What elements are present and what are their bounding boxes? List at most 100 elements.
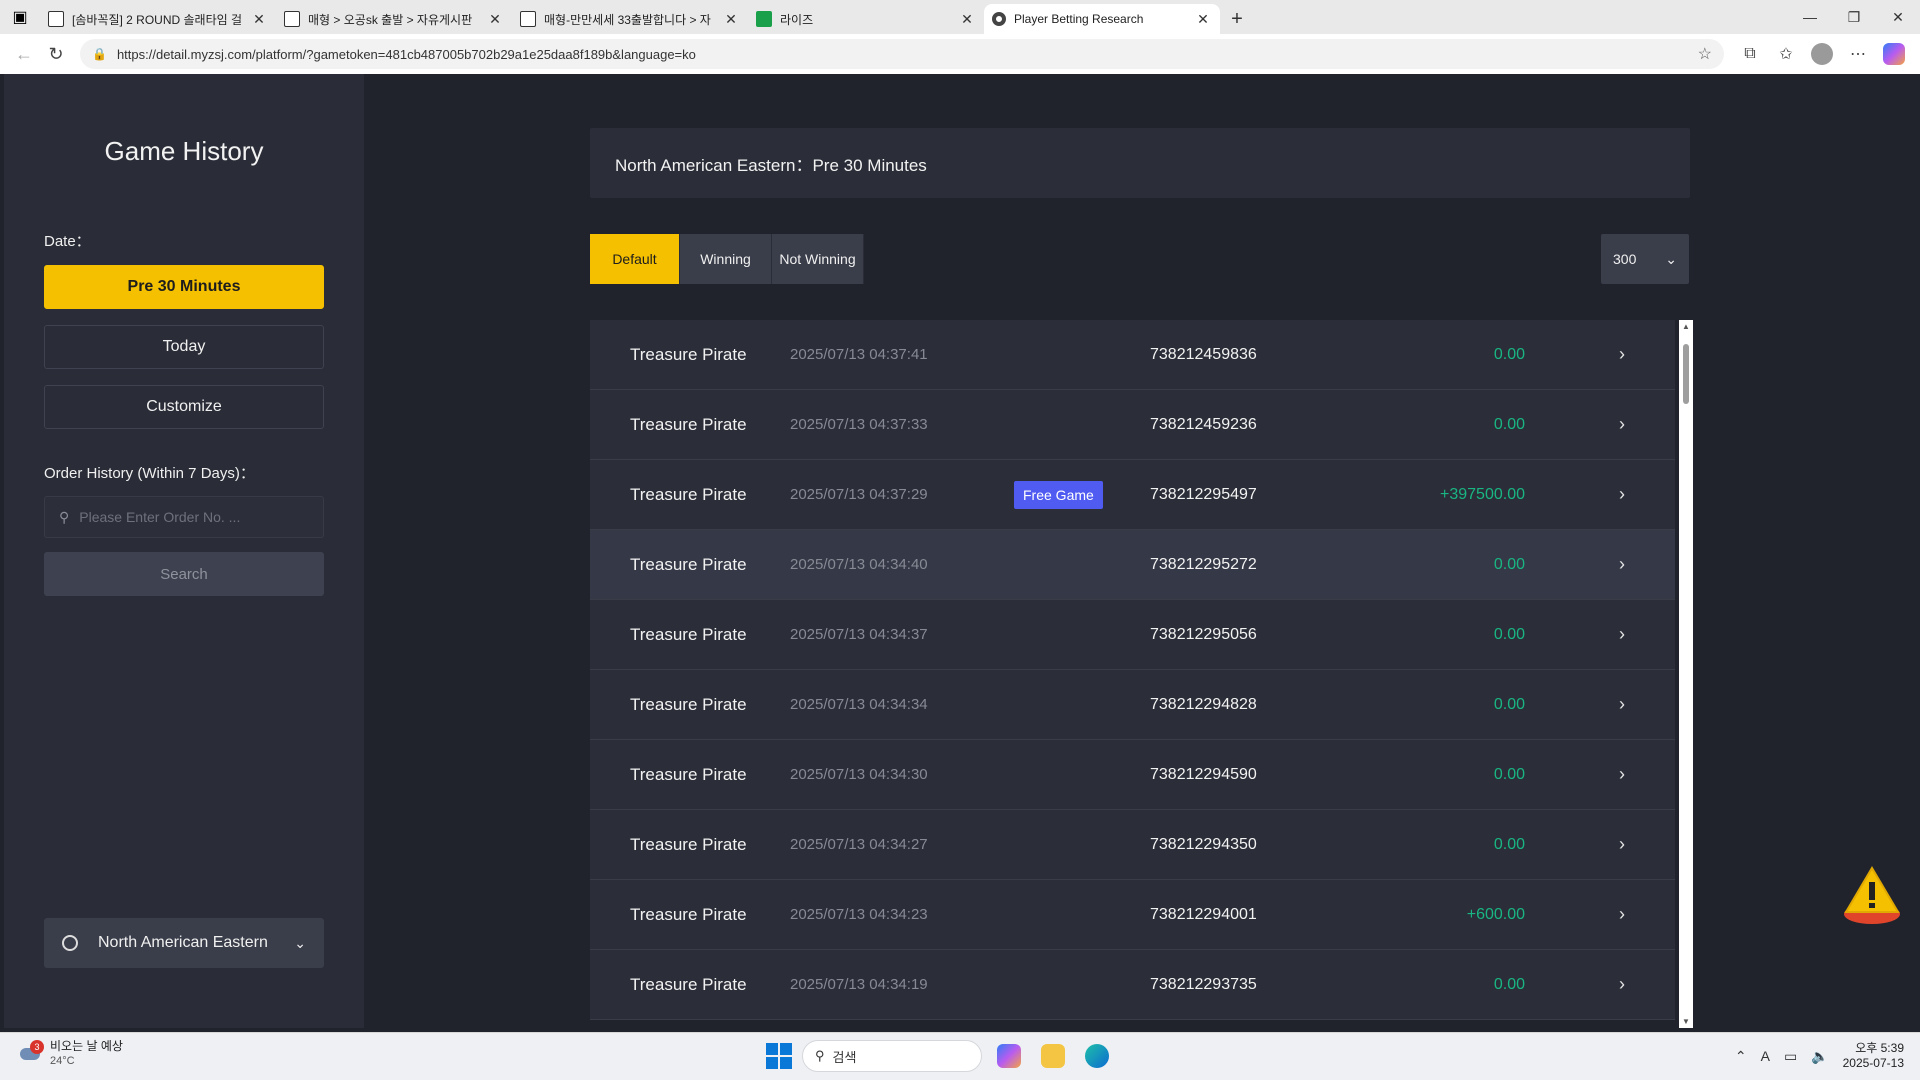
- chevron-right-icon[interactable]: ›: [1619, 414, 1625, 435]
- filter-not-winning[interactable]: Not Winning: [772, 234, 864, 284]
- table-row[interactable]: Treasure Pirate 2025/07/13 04:37:29 Free…: [590, 460, 1675, 530]
- date-label: Date：: [44, 233, 91, 250]
- table-row[interactable]: Treasure Pirate 2025/07/13 04:34:34 7382…: [590, 670, 1675, 740]
- filter-winning[interactable]: Winning: [680, 234, 772, 284]
- taskbar-search[interactable]: ⚲ 검색: [802, 1040, 982, 1072]
- order-number: 738212459836: [1150, 345, 1257, 363]
- tab-actions-icon[interactable]: ▣: [0, 0, 40, 34]
- timezone-label: North American Eastern: [98, 934, 268, 951]
- chevron-right-icon[interactable]: ›: [1619, 904, 1625, 925]
- volume-icon[interactable]: 🔈: [1811, 1048, 1828, 1065]
- weather-title: 비오는 날 예상: [50, 1039, 123, 1053]
- refresh-icon[interactable]: ↻: [40, 38, 72, 70]
- order-number-field[interactable]: ⚲: [44, 496, 324, 538]
- weather-temperature: 24°C: [50, 1055, 75, 1067]
- browser-tab[interactable]: 라이즈 ✕: [748, 4, 984, 34]
- url-text[interactable]: https://detail.myzsj.com/platform/?gamet…: [117, 47, 1698, 62]
- chevron-right-icon[interactable]: ›: [1619, 344, 1625, 365]
- bet-time: 2025/07/13 04:37:29: [790, 486, 928, 503]
- table-row[interactable]: Treasure Pirate 2025/07/13 04:34:37 7382…: [590, 600, 1675, 670]
- warning-alert-icon[interactable]: [1840, 862, 1904, 926]
- game-name: Treasure Pirate: [630, 834, 747, 854]
- close-tab-icon[interactable]: ✕: [958, 11, 976, 28]
- filter-default[interactable]: Default: [590, 234, 680, 284]
- edge-browser-icon[interactable]: [1080, 1039, 1114, 1073]
- scroll-up-icon[interactable]: ▲: [1682, 322, 1690, 331]
- close-tab-icon[interactable]: ✕: [722, 11, 740, 28]
- chevron-right-icon[interactable]: ›: [1619, 624, 1625, 645]
- more-menu-icon[interactable]: ⋯: [1840, 38, 1876, 70]
- clock[interactable]: 오후 5:39 2025-07-13: [1843, 1041, 1904, 1071]
- url-field[interactable]: 🔒 https://detail.myzsj.com/platform/?gam…: [80, 39, 1724, 69]
- table-row[interactable]: Treasure Pirate 2025/07/13 04:34:40 7382…: [590, 530, 1675, 600]
- order-number-input[interactable]: [79, 509, 300, 525]
- sidebar-title: Game History: [104, 136, 264, 166]
- close-window-icon[interactable]: ✕: [1876, 0, 1920, 34]
- close-tab-icon[interactable]: ✕: [1194, 11, 1212, 28]
- bet-time: 2025/07/13 04:37:41: [790, 346, 928, 363]
- bet-time: 2025/07/13 04:34:30: [790, 766, 928, 783]
- date-option-pre-30-minutes[interactable]: Pre 30 Minutes: [44, 265, 324, 309]
- bet-time: 2025/07/13 04:37:33: [790, 416, 928, 433]
- tab-title: 라이즈: [780, 12, 814, 27]
- browser-tab[interactable]: [솜바꼭질] 2 ROUND 솔래타임 걸 ✕: [40, 4, 276, 34]
- order-history-label: Order History (Within 7 Days)：: [44, 465, 255, 482]
- chevron-down-icon: ⌄: [1665, 250, 1677, 267]
- page-size-select[interactable]: 300 ⌄: [1601, 234, 1689, 284]
- restore-icon[interactable]: ❐: [1832, 0, 1876, 34]
- copilot-icon[interactable]: [1876, 38, 1912, 70]
- lock-icon[interactable]: 🔒: [92, 47, 107, 61]
- table-row[interactable]: Treasure Pirate 2025/07/13 04:34:30 7382…: [590, 740, 1675, 810]
- back-arrow-icon[interactable]: ←: [8, 38, 40, 70]
- scrollbar-thumb[interactable]: [1683, 344, 1689, 404]
- window-controls: — ❐ ✕: [1788, 0, 1920, 34]
- page-size-value: 300: [1613, 251, 1637, 267]
- chevron-right-icon[interactable]: ›: [1619, 834, 1625, 855]
- chevron-right-icon[interactable]: ›: [1619, 554, 1625, 575]
- profile-avatar[interactable]: [1804, 38, 1840, 70]
- list-scrollbar[interactable]: ▲ ▼: [1679, 320, 1693, 1028]
- weather-widget[interactable]: 3 비오는 날 예상 24°C: [18, 1039, 123, 1069]
- browser-tab-active[interactable]: Player Betting Research ✕: [984, 4, 1220, 34]
- new-tab-button[interactable]: +: [1220, 4, 1254, 34]
- chevron-right-icon[interactable]: ›: [1619, 694, 1625, 715]
- file-explorer-icon[interactable]: [1036, 1039, 1070, 1073]
- chevron-right-icon[interactable]: ›: [1619, 764, 1625, 785]
- date-option-customize[interactable]: Customize: [44, 385, 324, 429]
- input-language-icon[interactable]: A: [1761, 1048, 1770, 1064]
- scroll-down-icon[interactable]: ▼: [1682, 1017, 1690, 1026]
- win-amount: +397500.00: [1440, 485, 1525, 503]
- close-tab-icon[interactable]: ✕: [486, 11, 504, 28]
- table-row[interactable]: Treasure Pirate 2025/07/13 04:34:27 7382…: [590, 810, 1675, 880]
- search-button[interactable]: Search: [44, 552, 324, 596]
- browser-tab[interactable]: 매형 > 오공sk 출발 > 자유게시판 ✕: [276, 4, 512, 34]
- copilot-app-icon[interactable]: [992, 1039, 1026, 1073]
- win-amount: +600.00: [1466, 905, 1525, 923]
- globe-icon: [62, 935, 78, 951]
- table-row[interactable]: Treasure Pirate 2025/07/13 04:37:33 7382…: [590, 390, 1675, 460]
- win-amount: 0.00: [1493, 625, 1525, 643]
- browser-tab[interactable]: 매형-만만세세 33출발합니다 > 자 ✕: [512, 4, 748, 34]
- favorite-star-icon[interactable]: ☆: [1698, 44, 1712, 64]
- site-favicon-icon: [520, 11, 536, 27]
- search-icon: ⚲: [815, 1048, 825, 1063]
- table-row[interactable]: Treasure Pirate 2025/07/13 04:37:41 7382…: [590, 320, 1675, 390]
- order-number: 738212294590: [1150, 765, 1257, 783]
- game-name: Treasure Pirate: [630, 694, 747, 714]
- windows-start-icon[interactable]: [766, 1043, 792, 1069]
- tray-overflow-icon[interactable]: ⌃: [1735, 1048, 1747, 1065]
- favorites-icon[interactable]: ✩: [1768, 38, 1804, 70]
- table-row[interactable]: Treasure Pirate 2025/07/13 04:34:23 7382…: [590, 880, 1675, 950]
- search-icon: ⚲: [59, 508, 70, 525]
- chevron-right-icon[interactable]: ›: [1619, 484, 1625, 505]
- minimize-icon[interactable]: —: [1788, 0, 1832, 34]
- table-row[interactable]: Treasure Pirate 2025/07/13 04:34:19 7382…: [590, 950, 1675, 1020]
- site-favicon-icon: [48, 11, 64, 27]
- page-content: Game History Date： Pre 30 Minutes Today …: [4, 74, 1916, 1028]
- timezone-select[interactable]: North American Eastern ⌄: [44, 918, 324, 968]
- extensions-icon[interactable]: ⧉: [1732, 38, 1768, 70]
- close-tab-icon[interactable]: ✕: [250, 11, 268, 28]
- chevron-right-icon[interactable]: ›: [1619, 974, 1625, 995]
- network-icon[interactable]: ▭: [1784, 1048, 1797, 1065]
- date-option-today[interactable]: Today: [44, 325, 324, 369]
